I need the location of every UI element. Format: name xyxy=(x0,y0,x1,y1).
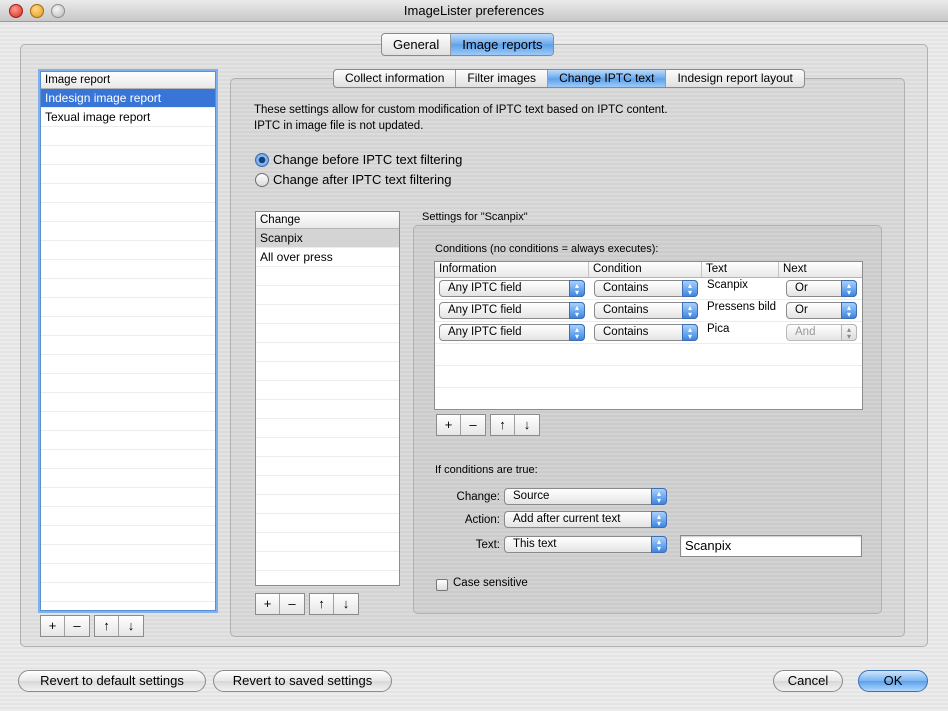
popup-arrows-icon: ▴ ▾ xyxy=(682,324,698,341)
radio-change-before[interactable] xyxy=(255,153,269,167)
text-label: Text: xyxy=(475,539,500,551)
replacement-text-field[interactable]: Scanpix xyxy=(680,535,862,557)
tab-image-reports[interactable]: Image reports xyxy=(451,34,554,55)
revert-default-button[interactable]: Revert to default settings xyxy=(18,670,206,692)
add-report-button[interactable]: + xyxy=(41,616,65,636)
move-report-up-button[interactable]: ↑ xyxy=(95,616,119,636)
change-list[interactable]: Change Scanpix All over press xyxy=(255,211,400,586)
case-sensitive-checkbox[interactable] xyxy=(436,579,448,591)
main-tabs: General Image reports xyxy=(381,33,555,56)
next-popup[interactable]: Or ▴ ▾ xyxy=(786,280,857,297)
column-next[interactable]: Next xyxy=(779,262,862,277)
tab-general[interactable]: General xyxy=(382,34,452,55)
image-report-list-header: Image report xyxy=(41,72,215,89)
change-label: Change: xyxy=(456,491,500,503)
condition-popup[interactable]: Contains ▴ ▾ xyxy=(594,280,698,297)
popup-arrows-icon: ▴ ▾ xyxy=(682,280,698,297)
conditions-label: Conditions (no conditions = always execu… xyxy=(435,243,659,255)
tab-indesign-report-layout[interactable]: Indesign report layout xyxy=(666,70,803,87)
table-row: Any IPTC field ▴ ▾ Contains ▴ ▾ Scanpix Or… xyxy=(435,278,862,300)
condition-popup[interactable]: Contains ▴ ▾ xyxy=(594,324,698,341)
condition-text[interactable]: Pressens bild xyxy=(707,301,776,313)
condition-text[interactable]: Pica xyxy=(707,323,729,335)
remove-report-button[interactable]: – xyxy=(65,616,89,636)
information-popup[interactable]: Any IPTC field ▴ ▾ xyxy=(439,302,585,319)
move-condition-up-button[interactable]: ↑ xyxy=(491,415,515,435)
next-popup[interactable]: And ▴ ▾ xyxy=(786,324,857,341)
cancel-button[interactable]: Cancel xyxy=(773,670,843,692)
zoom-window-button[interactable] xyxy=(51,4,65,18)
action-label: Action: xyxy=(464,514,500,526)
case-sensitive-label[interactable]: Case sensitive xyxy=(453,577,528,589)
radio-change-before-label[interactable]: Change before IPTC text filtering xyxy=(273,152,462,167)
close-window-button[interactable] xyxy=(9,4,23,18)
popup-arrows-icon: ▴ ▾ xyxy=(841,324,857,341)
popup-arrows-icon: ▴ ▾ xyxy=(682,302,698,319)
remove-change-button[interactable]: – xyxy=(280,594,304,614)
move-change-down-button[interactable]: ↓ xyxy=(334,594,358,614)
description-line-1: These settings allow for custom modifica… xyxy=(254,104,668,116)
column-text[interactable]: Text xyxy=(702,262,779,277)
condition-popup[interactable]: Contains ▴ ▾ xyxy=(594,302,698,319)
popup-arrows-icon: ▴ ▾ xyxy=(651,511,667,528)
popup-arrows-icon: ▴ ▾ xyxy=(841,302,857,319)
tab-change-iptc-text[interactable]: Change IPTC text xyxy=(548,70,667,87)
column-information[interactable]: Information xyxy=(435,262,589,277)
text-source-popup[interactable]: This text ▴ ▾ xyxy=(504,536,667,553)
title-bar: ImageLister preferences xyxy=(0,0,948,22)
condition-buttons: + – ↑ ↓ xyxy=(436,414,540,436)
remove-condition-button[interactable]: – xyxy=(461,415,485,435)
if-conditions-label: If conditions are true: xyxy=(435,464,538,476)
popup-arrows-icon: ▴ ▾ xyxy=(569,280,585,297)
column-condition[interactable]: Condition xyxy=(589,262,702,277)
move-report-down-button[interactable]: ↓ xyxy=(119,616,143,636)
settings-title: Settings for "Scanpix" xyxy=(422,211,528,223)
conditions-table-header: Information Condition Text Next xyxy=(435,262,862,278)
information-popup[interactable]: Any IPTC field ▴ ▾ xyxy=(439,324,585,341)
popup-arrows-icon: ▴ ▾ xyxy=(841,280,857,297)
popup-arrows-icon: ▴ ▾ xyxy=(569,324,585,341)
move-change-up-button[interactable]: ↑ xyxy=(310,594,334,614)
list-item[interactable]: Indesign image report xyxy=(41,89,215,108)
report-sub-tabs: Collect information Filter images Change… xyxy=(333,69,805,88)
change-list-buttons: + – ↑ ↓ xyxy=(255,593,359,615)
table-row: Any IPTC field ▴ ▾ Contains ▴ ▾ Pica And ▴… xyxy=(435,322,862,344)
popup-arrows-icon: ▴ ▾ xyxy=(569,302,585,319)
information-popup[interactable]: Any IPTC field ▴ ▾ xyxy=(439,280,585,297)
popup-arrows-icon: ▴ ▾ xyxy=(651,536,667,553)
image-report-list[interactable]: Image report Indesign image report Texua… xyxy=(40,71,216,611)
add-change-button[interactable]: + xyxy=(256,594,280,614)
change-popup[interactable]: Source ▴ ▾ xyxy=(504,488,667,505)
conditions-table: Information Condition Text Next Any IPTC… xyxy=(434,261,863,410)
tab-collect-information[interactable]: Collect information xyxy=(334,70,457,87)
radio-change-after[interactable] xyxy=(255,173,269,187)
list-item[interactable]: Texual image report xyxy=(41,108,215,127)
list-item[interactable]: All over press xyxy=(256,248,399,267)
radio-change-after-label[interactable]: Change after IPTC text filtering xyxy=(273,172,451,187)
table-row: Any IPTC field ▴ ▾ Contains ▴ ▾ Pressens b… xyxy=(435,300,862,322)
window-title: ImageLister preferences xyxy=(403,3,545,18)
action-popup[interactable]: Add after current text ▴ ▾ xyxy=(504,511,667,528)
condition-text[interactable]: Scanpix xyxy=(707,279,748,291)
change-list-header: Change xyxy=(256,212,399,229)
minimize-window-button[interactable] xyxy=(30,4,44,18)
move-condition-down-button[interactable]: ↓ xyxy=(515,415,539,435)
next-popup[interactable]: Or ▴ ▾ xyxy=(786,302,857,319)
ok-button[interactable]: OK xyxy=(858,670,928,692)
report-list-buttons: + – ↑ ↓ xyxy=(40,615,144,637)
revert-saved-button[interactable]: Revert to saved settings xyxy=(213,670,392,692)
description-line-2: IPTC in image file is not updated. xyxy=(254,120,424,132)
tab-filter-images[interactable]: Filter images xyxy=(456,70,549,87)
add-condition-button[interactable]: + xyxy=(437,415,461,435)
list-item[interactable]: Scanpix xyxy=(256,229,399,248)
popup-arrows-icon: ▴ ▾ xyxy=(651,488,667,505)
